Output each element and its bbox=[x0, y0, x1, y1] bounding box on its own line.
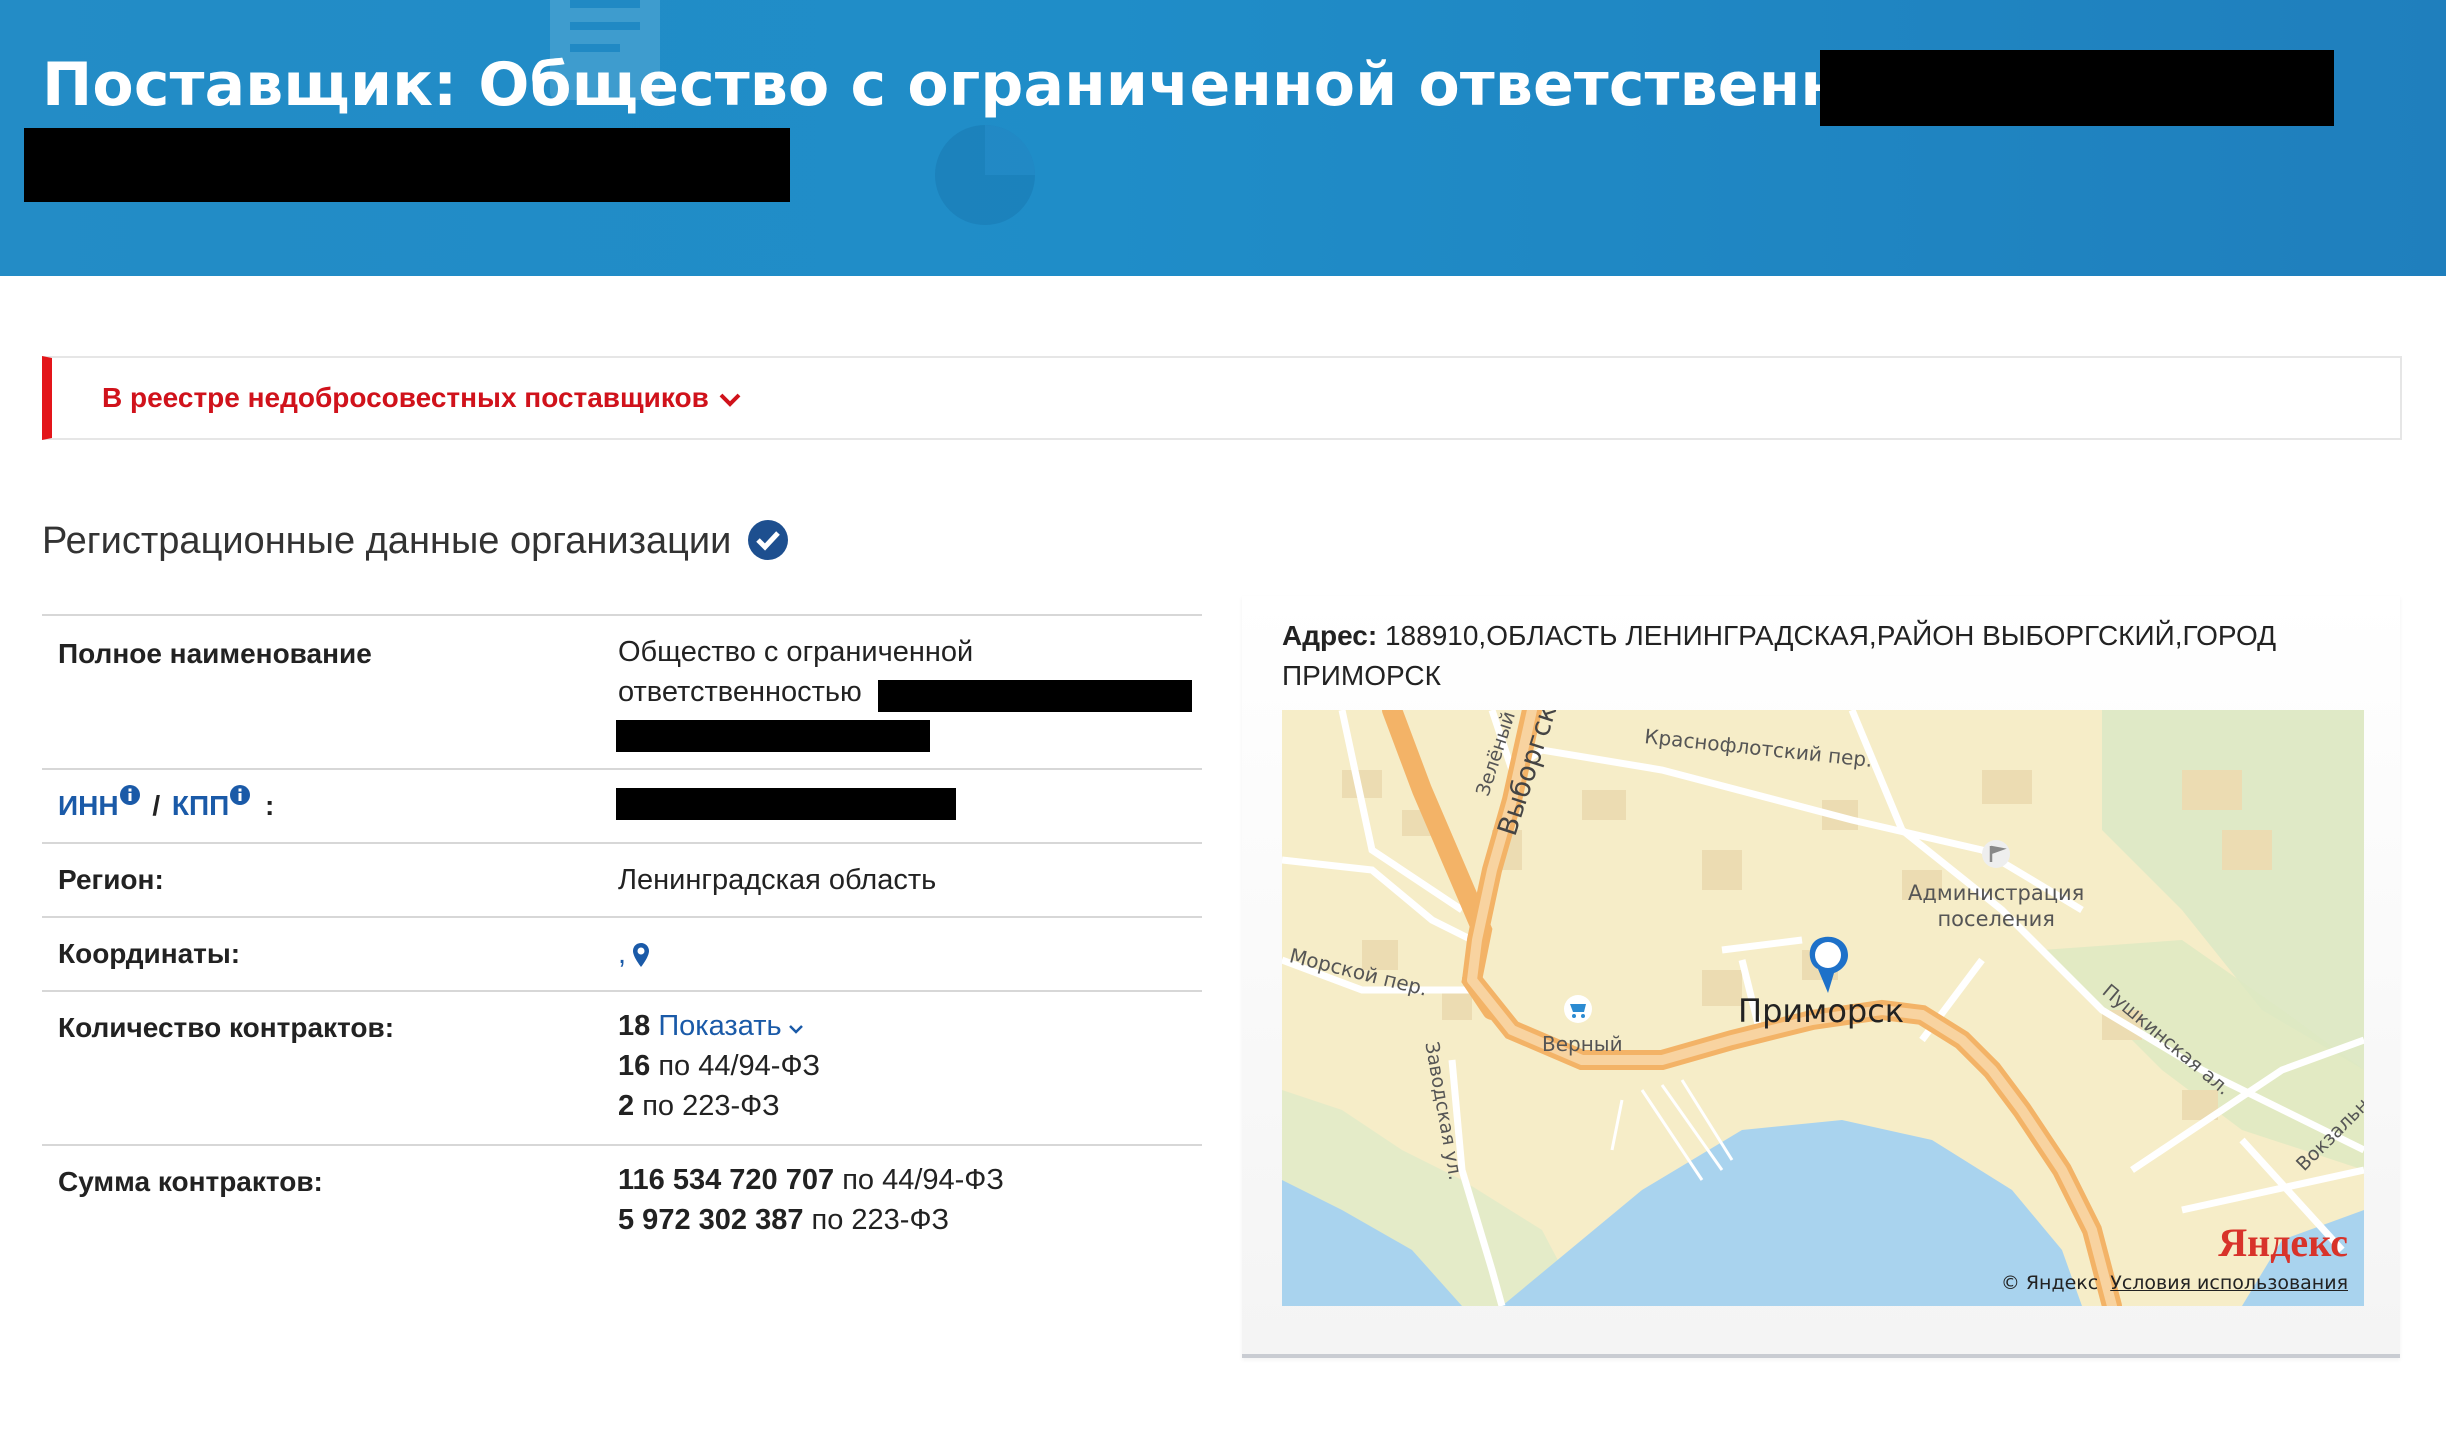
address: Адрес: 188910,ОБЛАСТЬ ЛЕНИНГРАДСКАЯ,РАЙО… bbox=[1282, 620, 2277, 691]
address-map-card: Адрес: 188910,ОБЛАСТЬ ЛЕНИНГРАДСКАЯ,РАЙО… bbox=[1242, 596, 2400, 1358]
flag-icon bbox=[1982, 840, 2010, 868]
chevron-down-icon[interactable] bbox=[788, 1023, 804, 1035]
show-contracts-link[interactable]: Показать bbox=[658, 1010, 781, 1042]
table-row: Полное наименование Общество с ограничен… bbox=[42, 616, 1202, 770]
region-label: Регион: bbox=[58, 864, 164, 895]
redacted-block bbox=[1820, 50, 2334, 126]
contracts-count-label: Количество контрактов: bbox=[58, 1012, 395, 1043]
contracts-sum-value: 116 534 720 707 по 44/94-ФЗ 5 972 302 38… bbox=[618, 1164, 1004, 1236]
yandex-map[interactable]: Выборгское ш. Зелёный Краснофлотский пер… bbox=[1282, 710, 2364, 1306]
terms-link[interactable]: Условия использования bbox=[2110, 1272, 2348, 1294]
map-label: Верный bbox=[1542, 1032, 1623, 1056]
table-row: ИНН / КПП : bbox=[42, 770, 1202, 844]
table-row: Координаты: , bbox=[42, 918, 1202, 992]
redacted-block bbox=[616, 720, 930, 752]
unfair-suppliers-alert[interactable]: В реестре недобросовестных поставщиков bbox=[42, 356, 2402, 440]
section-title: Регистрационные данные организации bbox=[42, 519, 789, 563]
shop-icon bbox=[1564, 995, 1592, 1023]
pie-chart-icon bbox=[935, 125, 1035, 225]
inn-kpp-label: ИНН / КПП : bbox=[58, 785, 274, 822]
alert-label[interactable]: В реестре недобросовестных поставщиков bbox=[102, 382, 741, 414]
yandex-logo[interactable]: Яндекс bbox=[2218, 1219, 2348, 1266]
coords-label: Координаты: bbox=[58, 938, 241, 969]
page-header: Поставщик: Общество с ограниченной ответ… bbox=[0, 0, 2446, 276]
coords-value[interactable]: , bbox=[618, 934, 650, 974]
redacted-block bbox=[24, 128, 790, 202]
inn-link[interactable]: ИНН bbox=[58, 790, 119, 821]
kpp-link[interactable]: КПП bbox=[172, 790, 229, 821]
redacted-block bbox=[878, 680, 1192, 712]
full-name-label: Полное наименование bbox=[58, 638, 372, 669]
map-copyright: © Яндекс Условия использования bbox=[2000, 1272, 2348, 1294]
table-row: Количество контрактов: 18 Показать 16 по… bbox=[42, 992, 1202, 1146]
map-label: Администрация поселения bbox=[1908, 881, 2085, 931]
region-value: Ленинградская область bbox=[618, 864, 937, 896]
chevron-down-icon bbox=[719, 393, 741, 407]
redacted-block bbox=[616, 788, 956, 820]
page-title: Поставщик: Общество с ограниченной ответ… bbox=[42, 50, 2051, 120]
info-icon[interactable] bbox=[119, 784, 141, 806]
contracts-count-value: 18 Показать 16 по 44/94-ФЗ 2 по 223-ФЗ bbox=[618, 1010, 821, 1122]
table-row: Регион: Ленинградская область bbox=[42, 844, 1202, 918]
registration-table: Полное наименование Общество с ограничен… bbox=[42, 614, 1202, 1256]
contracts-sum-label: Сумма контрактов: bbox=[58, 1166, 323, 1197]
info-icon[interactable] bbox=[229, 784, 251, 806]
map-pin-icon[interactable] bbox=[632, 942, 650, 968]
table-row: Сумма контрактов: 116 534 720 707 по 44/… bbox=[42, 1146, 1202, 1256]
map-label: Приморск bbox=[1738, 992, 1905, 1030]
check-circle-icon bbox=[748, 519, 789, 560]
